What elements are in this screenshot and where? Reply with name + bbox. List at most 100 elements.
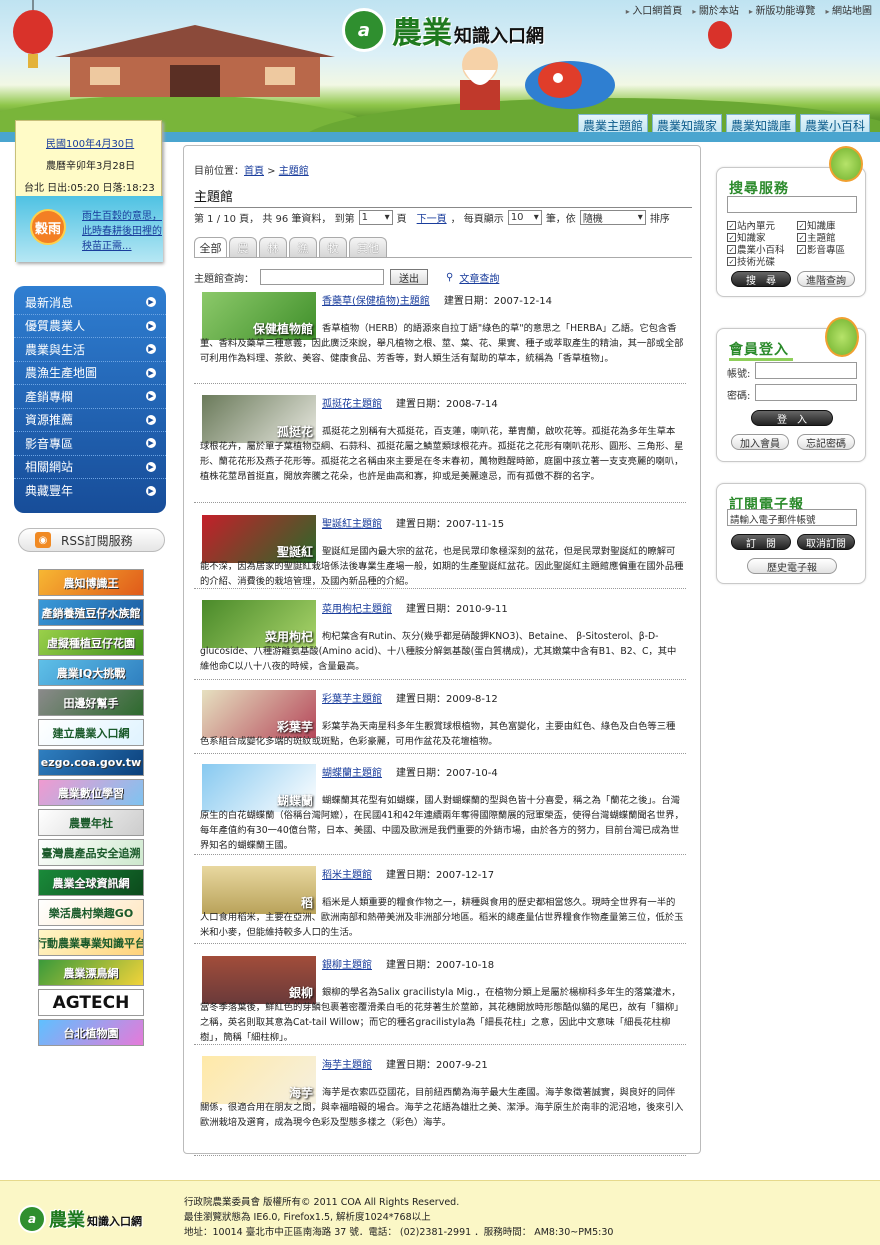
article-date: 建置日期：2007-12-14 <box>443 296 552 307</box>
page-select[interactable]: 1 ▾ <box>358 210 393 225</box>
article-title-link[interactable]: 香藥草(保健植物)主題館 <box>322 296 430 307</box>
check-video[interactable]: ✓ 影音專區 <box>797 242 845 256</box>
unsubscribe-button[interactable]: 取消訂閱 <box>797 534 855 550</box>
partner-banner[interactable]: 農豐年社 <box>38 809 144 836</box>
tab-agriculture[interactable]: 農 <box>229 237 257 257</box>
article-date: 建置日期：2009-8-12 <box>396 694 498 705</box>
partner-banner[interactable]: 農業全球資訊網 <box>38 869 144 896</box>
join-member-button[interactable]: 加入會員 <box>731 434 789 450</box>
partner-banner[interactable]: ezgo.coa.gov.tw <box>38 749 144 776</box>
partner-banner[interactable]: 虛擬種植豆仔花園 <box>38 629 144 656</box>
password-input[interactable] <box>755 384 857 401</box>
search-button[interactable]: 搜 尋 <box>731 271 791 287</box>
article-date: 建置日期：2010-9-11 <box>406 604 508 615</box>
tab-fishery[interactable]: 漁 <box>289 237 317 257</box>
left-menu-item[interactable]: 相關網站 ▶ <box>14 456 166 479</box>
breadcrumb-label: 目前位置： <box>194 166 244 177</box>
account-input[interactable] <box>755 362 857 379</box>
article-date: 建置日期：2008-7-14 <box>396 399 498 410</box>
footer-logo[interactable]: a 農業 知識入口網 <box>18 1205 142 1233</box>
arrow-right-icon: ▶ <box>146 367 156 378</box>
partner-banner[interactable]: 農業漂鳥網 <box>38 959 144 986</box>
per-page-select[interactable]: 10 ▾ <box>507 210 542 225</box>
breadcrumb-current[interactable]: 主題館 <box>279 166 309 177</box>
article-header: 蝴蝶蘭主題館 建置日期：2007-10-4 <box>322 764 498 779</box>
header-banner: 入口網首頁 關於本站 新版功能導覽 網站地圖 a 農業 知識入口網 農業主題館 … <box>0 0 880 135</box>
article-search-link[interactable]: 文章查詢 <box>459 270 499 285</box>
next-page-link[interactable]: 下一頁 <box>417 210 447 225</box>
page-title: 主題館 <box>194 186 692 208</box>
left-menu-item[interactable]: 農漁生產地圖 ▶ <box>14 362 166 385</box>
forgot-password-button[interactable]: 忘記密碼 <box>797 434 855 450</box>
left-menu-item[interactable]: 產銷專欄 ▶ <box>14 385 166 409</box>
article-summary: 海芋是衣索匹亞國花，目前紐西蘭為海芋最大生產國。海芋象徵著誠實，與良好的同伴關係… <box>200 1087 684 1128</box>
topnav-guide[interactable]: 新版功能導覽 <box>749 2 815 17</box>
partner-banner[interactable]: 臺灣農產品安全追溯 <box>38 839 144 866</box>
tab-forestry[interactable]: 林 <box>259 237 287 257</box>
breadcrumb-separator: > <box>264 166 279 177</box>
article-date: 建置日期：2007-12-17 <box>386 870 495 881</box>
left-menu-label: 典藏豐年 <box>25 484 74 499</box>
article-title-link[interactable]: 稻米主題館 <box>322 870 372 881</box>
calendar-date-link[interactable]: 民國100年4月30日 <box>46 135 134 150</box>
partner-banner[interactable]: 行動農業專業知識平台 <box>38 929 144 956</box>
rss-button[interactable]: ◉ RSS訂閱服務 <box>18 528 165 552</box>
left-menu-item[interactable]: 農業與生活 ▶ <box>14 338 166 362</box>
theme-search-submit[interactable]: 送出 <box>390 269 428 285</box>
solar-term-badge: 穀雨 <box>30 209 66 245</box>
search-service-panel: 搜尋服務 ✓ 站內單元 ✓ 知識庫 ✓ 知識家 ✓ 主題館 ✓ 農業小百科 ✓ 影音專區 ✓… <box>716 146 866 297</box>
breadcrumb-home[interactable]: 首頁 <box>244 166 264 177</box>
logo-icon: a <box>18 1205 46 1233</box>
left-menu-item[interactable]: 資源推薦 ▶ <box>14 409 166 432</box>
partner-banner[interactable]: AGTECH <box>38 989 144 1016</box>
left-menu-item[interactable]: 最新消息 ▶ <box>14 291 166 315</box>
subscribe-button[interactable]: 訂 閱 <box>731 534 791 550</box>
partner-banner[interactable]: 台北植物園 <box>38 1019 144 1046</box>
topnav-home[interactable]: 入口網首頁 <box>626 2 682 17</box>
sunrise-sunset: 台北 日出:05:20 日落:18:23 <box>24 183 155 194</box>
topnav-sitemap[interactable]: 網站地圖 <box>825 2 872 17</box>
left-menu-item[interactable]: 典藏豐年 ▶ <box>14 479 166 503</box>
check-tech-cd[interactable]: ✓ 技術光碟 <box>727 254 775 268</box>
pagination: 第 1 / 10 頁， 共 96 筆資料， 到第 1 ▾ 頁 下一頁 ， 每頁顯示… <box>194 210 670 225</box>
epaper-history-button[interactable]: 歷史電子報 <box>747 558 837 574</box>
rss-icon: ◉ <box>35 532 51 548</box>
epaper-email-input[interactable]: 請輸入電子郵件帳號 <box>727 509 857 526</box>
left-menu: 最新消息 ▶ 優質農業人 ▶ 農業與生活 ▶ 農漁生產地圖 ▶ 產銷專欄 ▶ 資源推薦 ▶ 影音專區 ▶ 相… <box>14 286 166 513</box>
partner-banner[interactable]: 農知博識王 <box>38 569 144 596</box>
article-item: 稻稻米主題館 建置日期：2007-12-17 稻米是人類重要的糧食作物之一，耕種與食… <box>194 862 686 944</box>
article-title-link[interactable]: 彩葉芋主題館 <box>322 694 382 705</box>
article-item: 菜用枸杞 菜用枸杞主題館 建置日期：2010-9-11 枸杞葉含有Rutin、灰分(幾… <box>194 596 686 680</box>
article-title-link[interactable]: 銀柳主題館 <box>322 960 372 971</box>
login-button[interactable]: 登 入 <box>751 410 833 426</box>
theme-search-input[interactable] <box>260 269 384 285</box>
solar-term-description-link[interactable]: 雨生百穀的意思，此時春耕後田裡的秧苗正需... <box>82 209 162 254</box>
chevron-down-icon: ▾ <box>384 212 390 223</box>
article-title-link[interactable]: 海芋主題館 <box>322 1060 372 1071</box>
article-title-link[interactable]: 聖誕紅主題館 <box>322 519 382 530</box>
partner-banner[interactable]: 田邊好幫手 <box>38 689 144 716</box>
partner-banner[interactable]: 產銷養殖豆仔水族館 <box>38 599 144 626</box>
partner-banner[interactable]: 農業數位學習 <box>38 779 144 806</box>
article-summary: 銀柳的學名為Salix gracilistyla Mig.，在植物分類上是屬於楊… <box>200 987 684 1043</box>
article-header: 香藥草(保健植物)主題館 建置日期：2007-12-14 <box>322 292 552 307</box>
left-menu-item[interactable]: 優質農業人 ▶ <box>14 315 166 338</box>
tab-all[interactable]: 全部 <box>194 237 227 258</box>
arrow-right-icon: ▶ <box>146 438 156 449</box>
login-panel: 會員登入 帳號: 密碼: 登 入 加入會員 忘記密碼 <box>716 317 866 462</box>
tab-other[interactable]: 其他 <box>349 237 387 257</box>
article-title-link[interactable]: 菜用枸杞主題館 <box>322 604 392 615</box>
sort-select[interactable]: 隨機 ▾ <box>579 210 646 225</box>
topnav-about[interactable]: 關於本站 <box>692 2 739 17</box>
article-title-link[interactable]: 孤挺花主題館 <box>322 399 382 410</box>
site-logo[interactable]: a 農業 知識入口網 <box>342 8 544 52</box>
tab-livestock[interactable]: 牧 <box>319 237 347 257</box>
article-title-link[interactable]: 蝴蝶蘭主題館 <box>322 768 382 779</box>
partner-banner[interactable]: 建立農業入口網 <box>38 719 144 746</box>
left-menu-item[interactable]: 影音專區 ▶ <box>14 432 166 456</box>
partner-banner[interactable]: 樂活農村樂趣GO <box>38 899 144 926</box>
partner-banner[interactable]: 農業IQ大挑戰 <box>38 659 144 686</box>
site-search-input[interactable] <box>727 196 857 213</box>
advanced-search-button[interactable]: 進階查詢 <box>797 271 855 287</box>
pager-per-label: ， 每頁顯示 <box>450 214 504 225</box>
